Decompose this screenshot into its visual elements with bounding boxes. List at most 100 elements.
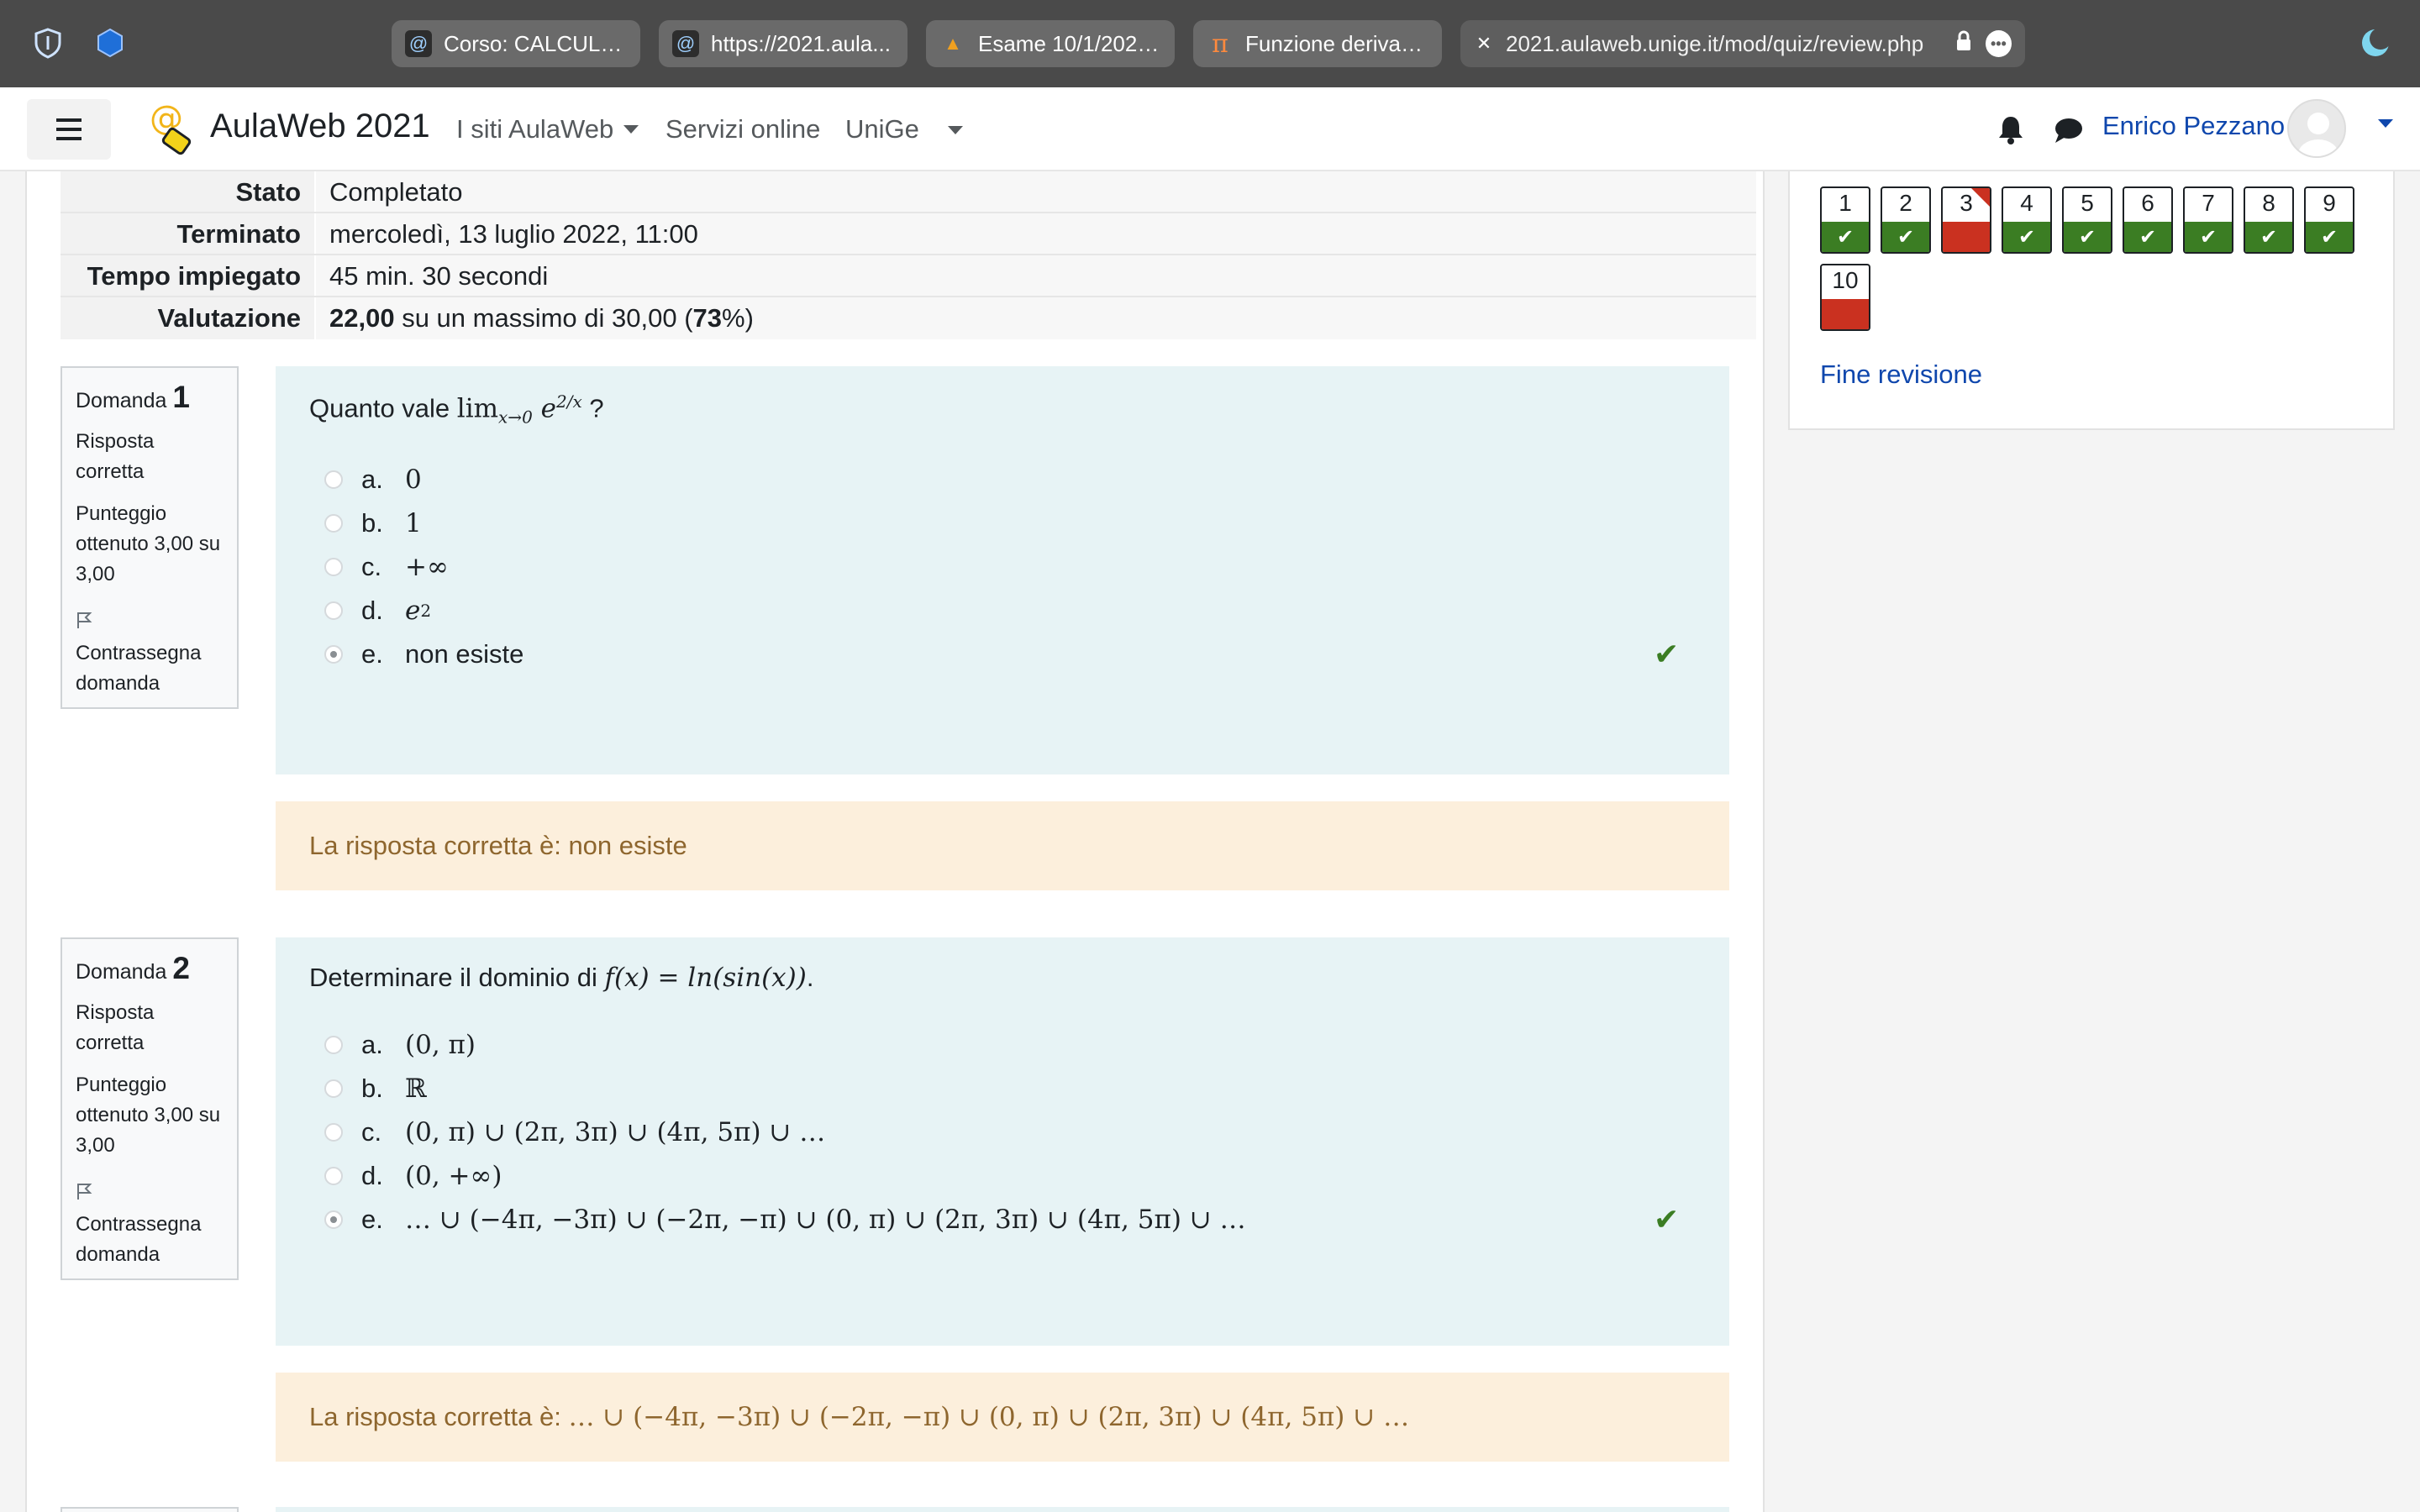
site-brand[interactable]: AulaWeb 2021 [210, 108, 430, 145]
check-icon: ✔ [2124, 222, 2171, 252]
check-icon: ✔ [2064, 222, 2111, 252]
answer-option[interactable]: c. (0, π) ∪ (2π, 3π) ∪ (4π, 5π) ∪ … [309, 1110, 1696, 1154]
menu-toggle-button[interactable] [27, 99, 111, 160]
quiz-nav-button-10[interactable]: 10 [1820, 264, 1870, 331]
flag-question-link[interactable]: Contrassegna domanda [76, 608, 224, 699]
question-content: Quanto vale limx→0 e2/x ? a. 0 b. 1 c. +∞ d… [276, 366, 1729, 774]
radio-button[interactable] [324, 1167, 343, 1185]
radio-button[interactable] [324, 601, 343, 620]
browser-tab[interactable]: π Funzione derivabi... [1193, 20, 1442, 67]
quiz-nav-button-3[interactable]: 3 [1941, 186, 1991, 254]
quiz-nav-button-5[interactable]: 5 ✔ [2062, 186, 2112, 254]
tab-label: https://2021.aula... [711, 30, 891, 56]
summary-label: Tempo impiegato [60, 255, 314, 296]
option-text: +∞ [405, 551, 449, 582]
answer-option[interactable]: a. 0 [309, 458, 1696, 501]
more-options-icon[interactable]: ••• [1985, 30, 2012, 57]
quiz-nav-button-2[interactable]: 2 ✔ [1881, 186, 1931, 254]
main-region: Stato Completato Terminato mercoledì, 13… [25, 171, 1765, 1512]
quiz-nav-button-7[interactable]: 7 ✔ [2183, 186, 2233, 254]
option-letter: e. [361, 1205, 383, 1234]
quiz-navigation-block: 1 ✔ 2 ✔ 3 4 ✔ 5 ✔ 6 ✔ 7 ✔ 8 ✔ 9 ✔ 10 Fine revisi… [1788, 171, 2395, 430]
quiz-nav-number: 2 [1899, 190, 1912, 216]
summary-row: Tempo impiegato 45 min. 30 secondi [60, 255, 1756, 297]
quiz-nav-button-6[interactable]: 6 ✔ [2123, 186, 2173, 254]
radio-button[interactable] [324, 557, 343, 576]
lock-icon [1955, 30, 1972, 58]
quiz-nav-button-8[interactable]: 8 ✔ [2244, 186, 2294, 254]
flag-icon [76, 608, 224, 638]
radio-button[interactable] [324, 513, 343, 533]
quiz-nav-button-9[interactable]: 9 ✔ [2304, 186, 2354, 254]
theme-moon-icon[interactable] [2356, 24, 2395, 62]
check-icon: ✔ [2185, 222, 2232, 252]
answer-options: a. (0, π) b. ℝ c. (0, π) ∪ (2π, 3π) ∪ (4π, … [309, 1023, 1696, 1242]
user-menu-chevron-icon[interactable] [2378, 119, 2393, 128]
chevron-down-icon[interactable] [948, 126, 963, 134]
summary-row: Terminato mercoledì, 13 luglio 2022, 11:… [60, 213, 1756, 255]
user-avatar[interactable] [2287, 99, 2346, 158]
question-text: Determinare il dominio di f(x) = ln(sin(… [309, 963, 1696, 993]
pi-icon: π [1212, 29, 1228, 59]
quiz-nav-number: 5 [2081, 190, 2094, 216]
answer-option[interactable]: d. e 2 [309, 589, 1696, 633]
radio-button[interactable] [324, 1079, 343, 1098]
option-text: 0 [405, 464, 422, 495]
check-icon: ✔ [2306, 222, 2353, 252]
browser-tab-active[interactable]: ✕ 2021.aulaweb.unige.it/mod/quiz/review.… [1460, 20, 2025, 67]
answer-option-selected[interactable]: e. non esiste ✔ [309, 633, 1696, 676]
radio-button-checked[interactable] [324, 1210, 343, 1229]
radio-button[interactable] [324, 1036, 343, 1054]
incorrect-status [1822, 299, 1869, 329]
option-text: … ∪ (−4π, −3π) ∪ (−2π, −π) ∪ (0, π) ∪ (2… [405, 1205, 1246, 1235]
question-text-suffix: . [806, 963, 814, 992]
close-tab-icon[interactable]: ✕ [1474, 30, 1494, 57]
extension-icon[interactable] [91, 24, 129, 62]
answer-option[interactable]: c. +∞ [309, 545, 1696, 589]
answer-option[interactable]: b. ℝ [309, 1067, 1696, 1110]
user-name-link[interactable]: Enrico Pezzano [2102, 111, 2285, 141]
question-info: Domanda 2 Risposta corretta Punteggio ot… [60, 937, 239, 1280]
tab-label: Corso: CALCULU... [444, 30, 627, 56]
option-text: (0, π) [405, 1030, 476, 1060]
radio-button[interactable] [324, 1123, 343, 1142]
radio-button[interactable] [324, 470, 343, 489]
question-math-sup: 2/x [556, 391, 582, 412]
quiz-nav-button-4[interactable]: 4 ✔ [2002, 186, 2052, 254]
feedback-prefix: La risposta corretta è: [309, 831, 569, 860]
address-url[interactable]: 2021.aulaweb.unige.it/mod/quiz/review.ph… [1506, 31, 1949, 57]
option-letter: d. [361, 1161, 383, 1190]
option-letter: c. [361, 1117, 382, 1147]
check-icon: ✔ [1882, 222, 1929, 252]
browser-tab[interactable]: @ https://2021.aula... [659, 20, 908, 67]
question-text-prefix: Determinare il dominio di [309, 963, 605, 992]
nav-servizi-online[interactable]: Servizi online [666, 114, 820, 144]
summary-value: 45 min. 30 secondi [314, 255, 1756, 296]
answer-option-selected[interactable]: e. … ∪ (−4π, −3π) ∪ (−2π, −π) ∪ (0, π) ∪ … [309, 1198, 1696, 1242]
nav-unige[interactable]: UniGe [845, 114, 919, 144]
radio-button-checked[interactable] [324, 644, 343, 664]
finish-review-link[interactable]: Fine revisione [1820, 360, 1982, 390]
messages-chat-icon[interactable] [2054, 116, 2084, 149]
answer-option[interactable]: a. (0, π) [309, 1023, 1696, 1067]
next-question-content-edge [276, 1507, 1729, 1512]
summary-row: Valutazione 22,00 su un massimo di 30,00… [60, 297, 1756, 339]
shield-icon[interactable] [29, 24, 67, 62]
correct-answer-feedback: La risposta corretta è: non esiste [276, 801, 1729, 890]
answer-option[interactable]: d. (0, +∞) [309, 1154, 1696, 1198]
flag-question-link[interactable]: Contrassegna domanda [76, 1179, 224, 1270]
question-math-sub: x→0 [498, 407, 533, 428]
next-question-info-edge [60, 1507, 239, 1512]
summary-grade-value: 22,00 su un massimo di 30,00 (73%) [314, 297, 1756, 339]
tab-label: Esame 10/1/2022... [978, 30, 1161, 56]
notifications-bell-icon[interactable] [1996, 114, 2025, 149]
browser-tab[interactable]: @ Corso: CALCULU... [392, 20, 640, 67]
question-number-value: 2 [172, 951, 190, 985]
aulaweb-logo-icon[interactable]: @ [148, 99, 195, 160]
answer-option[interactable]: b. 1 [309, 501, 1696, 545]
quiz-nav-number: 6 [2141, 190, 2154, 216]
browser-tab[interactable]: ▲ Esame 10/1/2022... [926, 20, 1175, 67]
nav-siti-aulaweb[interactable]: I siti AulaWeb [456, 114, 639, 144]
quiz-nav-button-1[interactable]: 1 ✔ [1820, 186, 1870, 254]
option-text: ℝ [405, 1074, 427, 1104]
